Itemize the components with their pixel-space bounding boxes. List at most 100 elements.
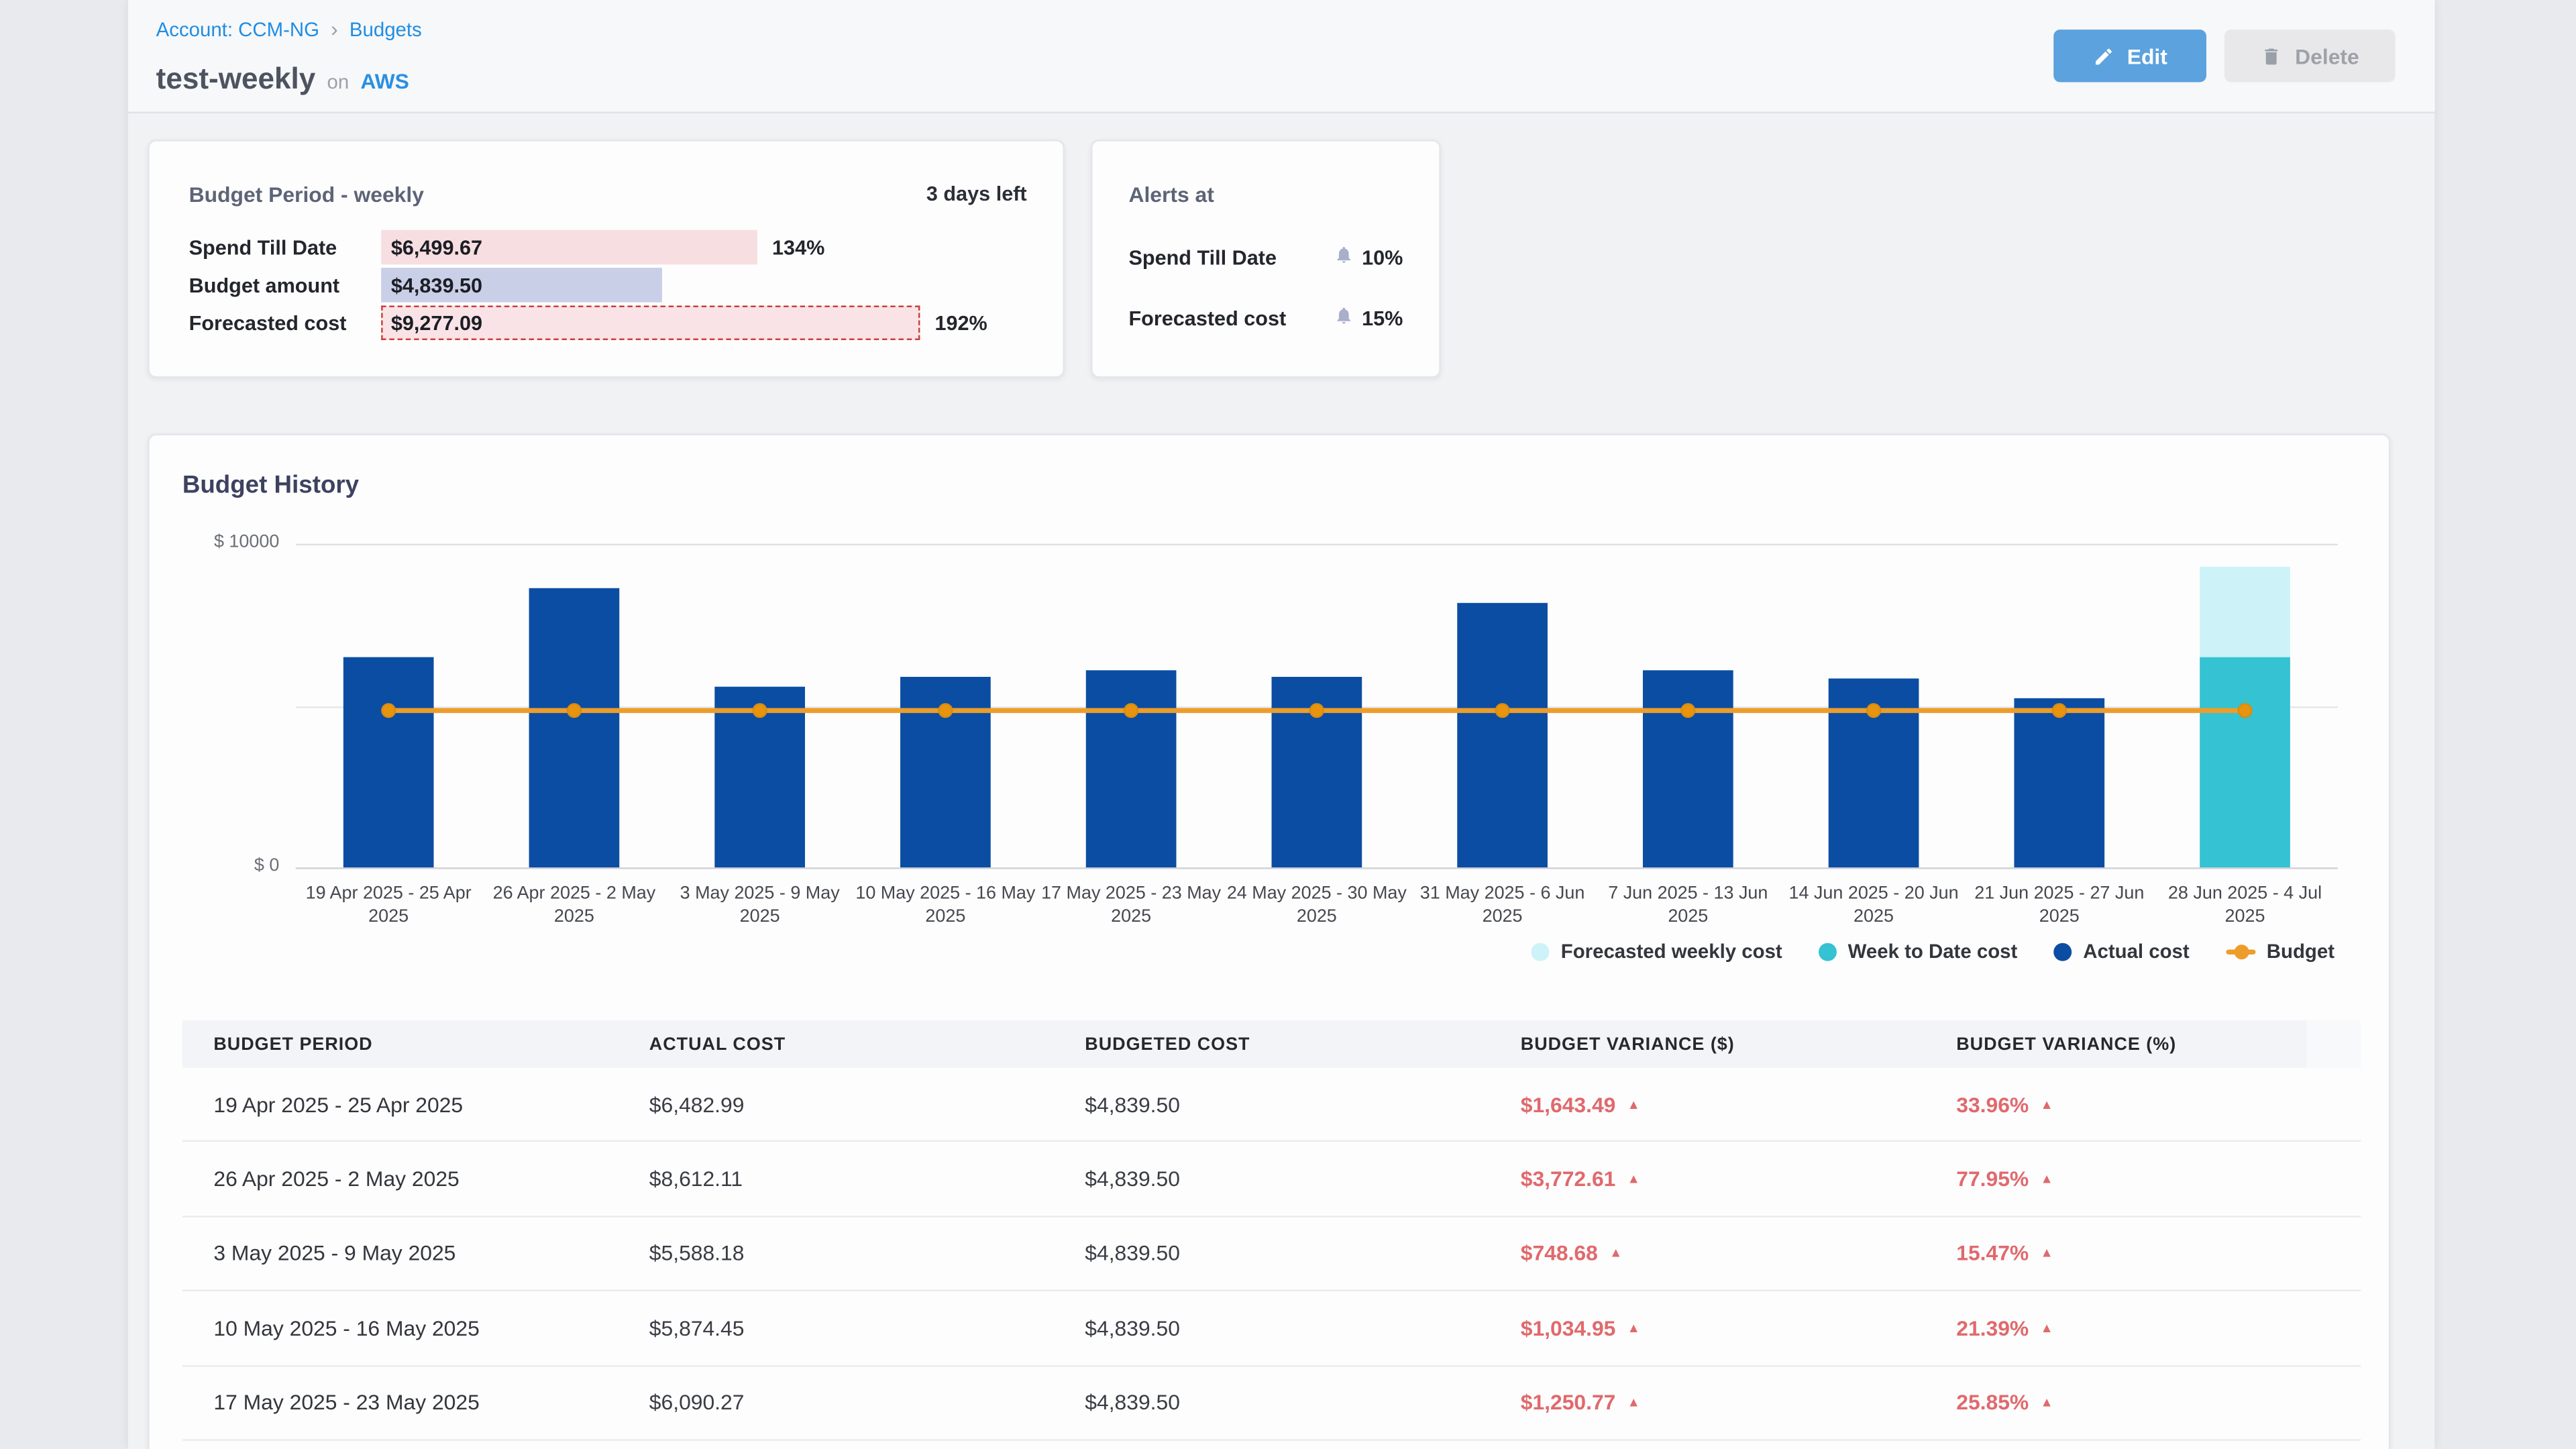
alert-row: Forecasted cost15% — [1128, 304, 1403, 333]
actual-cost-bar[interactable] — [1643, 670, 1733, 867]
alert-threshold-group: 10% — [1334, 243, 1403, 272]
content-column: Account: CCM-NG › Budgets test-weekly on… — [128, 0, 2434, 1449]
week-to-date-cost-bar[interactable] — [2200, 657, 2290, 867]
budget-period-card-title: Budget Period - weekly — [189, 182, 424, 207]
table-body: 19 Apr 2025 - 25 Apr 2025$6,482.99$4,839… — [182, 1068, 2361, 1441]
actual-cost-bar[interactable] — [1086, 670, 1177, 867]
delete-button[interactable]: Delete — [2224, 30, 2396, 82]
table-row: 17 May 2025 - 23 May 2025$6,090.27$4,839… — [182, 1366, 2361, 1440]
cell-variance-pct: 21.39% ▲ — [1925, 1316, 2361, 1340]
cell-actual-cost: $5,588.18 — [618, 1241, 1053, 1266]
table-row: 3 May 2025 - 9 May 2025$5,588.18$4,839.5… — [182, 1217, 2361, 1291]
legend-label: Forecasted weekly cost — [1561, 940, 1782, 963]
budget-period-rows: Spend Till Date$6,499.67134% Budget amoun… — [189, 230, 1046, 343]
x-axis-label: 24 May 2025 - 30 May 2025 — [1224, 882, 1409, 928]
variance-usd-value: $748.68 — [1521, 1241, 1598, 1266]
cell-actual-cost: $8,612.11 — [618, 1167, 1053, 1191]
cell-budget-period: 10 May 2025 - 16 May 2025 — [182, 1316, 618, 1340]
variance-usd-value: $1,643.49 — [1521, 1092, 1616, 1117]
variance-pct-value: 25.85% — [1956, 1390, 2029, 1415]
variance-up-icon: ▲ — [1627, 1097, 1640, 1112]
title-row: test-weekly on AWS — [156, 62, 409, 97]
variance-up-icon: ▲ — [2040, 1321, 2053, 1336]
cell-budget-period: 17 May 2025 - 23 May 2025 — [182, 1390, 618, 1415]
breadcrumb-account-link[interactable]: Account: CCM-NG — [156, 17, 319, 40]
cell-budgeted-cost: $4,839.50 — [1054, 1390, 1489, 1415]
variance-pct-value: 21.39% — [1956, 1316, 2029, 1340]
cell-variance-usd: $1,034.95▲ — [1489, 1316, 1925, 1340]
x-axis-label: 14 Jun 2025 - 20 Jun 2025 — [1781, 882, 1967, 928]
variance-up-icon: ▲ — [2040, 1246, 2053, 1260]
cell-variance-usd: $1,643.49 ▲ — [1489, 1092, 1925, 1117]
cell-budgeted-cost: $4,839.50 — [1054, 1167, 1489, 1191]
legend-item-actual-cost[interactable]: Actual cost — [2053, 940, 2190, 963]
cell-budgeted-cost: $4,839.50 — [1054, 1316, 1489, 1340]
edit-button[interactable]: Edit — [2053, 30, 2206, 82]
legend-circle-marker — [1819, 942, 1837, 960]
col-budget-variance-usd: BUDGET VARIANCE ($) — [1489, 1034, 1925, 1054]
actual-cost-bar[interactable] — [529, 589, 620, 867]
breadcrumb-separator-icon: › — [331, 16, 338, 41]
edit-button-label: Edit — [2127, 44, 2167, 68]
cell-variance-pct: 15.47% ▲ — [1925, 1241, 2361, 1266]
alert-row-label: Spend Till Date — [1128, 246, 1277, 269]
legend-label: Actual cost — [2083, 940, 2189, 963]
table-row: 10 May 2025 - 16 May 2025$5,874.45$4,839… — [182, 1291, 2361, 1366]
col-budget-variance-pct: BUDGET VARIANCE (%) — [1925, 1034, 2361, 1054]
cell-variance-usd: $3,772.61▲ — [1489, 1167, 1925, 1191]
x-axis-label: 17 May 2025 - 23 May 2025 — [1038, 882, 1224, 928]
x-axis-label: 28 Jun 2025 - 4 Jul 2025 — [2152, 882, 2338, 928]
alerts-card: Alerts at Spend Till Date10%Forecasted c… — [1091, 140, 1441, 378]
bell-icon — [1334, 304, 1353, 333]
table-row: 26 Apr 2025 - 2 May 2025$8,612.11$4,839.… — [182, 1142, 2361, 1217]
on-label: on — [327, 70, 349, 93]
legend-circle-marker — [1532, 942, 1550, 960]
table-scrollbar-gutter[interactable] — [2306, 1020, 2361, 1068]
cell-variance-usd: $1,250.77 ▲ — [1489, 1390, 1925, 1415]
cell-budget-period: 26 Apr 2025 - 2 May 2025 — [182, 1167, 618, 1191]
legend-label: Week to Date cost — [1848, 940, 2018, 963]
chart-legend: Forecasted weekly cost Week to Date cost A… — [1532, 940, 2334, 963]
budget-history-table: BUDGET PERIOD ACTUAL COST BUDGETED COST … — [182, 1020, 2361, 1441]
page-header: Account: CCM-NG › Budgets test-weekly on… — [128, 0, 2434, 113]
legend-line-marker — [2226, 949, 2255, 953]
legend-item-week-to-date-cost[interactable]: Week to Date cost — [1819, 940, 2018, 963]
variance-usd-value: $1,250.77 — [1521, 1390, 1616, 1415]
budget-period-bar: $9,277.09 — [381, 306, 920, 340]
actual-cost-bar[interactable] — [1457, 604, 1548, 867]
delete-button-label: Delete — [2295, 44, 2359, 68]
variance-up-icon: ▲ — [1627, 1395, 1640, 1410]
col-budget-period: BUDGET PERIOD — [182, 1034, 618, 1054]
actual-cost-bar[interactable] — [343, 657, 434, 867]
x-axis-label: 21 Jun 2025 - 27 Jun 2025 — [1966, 882, 2152, 928]
col-budgeted-cost: BUDGETED COST — [1054, 1034, 1489, 1054]
x-axis-label: 19 Apr 2025 - 25 Apr 2025 — [296, 882, 482, 928]
cell-budgeted-cost: $4,839.50 — [1054, 1092, 1489, 1117]
variance-pct-value: 15.47% — [1956, 1241, 2029, 1266]
budget-detail-page: Account: CCM-NG › Budgets test-weekly on… — [0, 0, 2576, 1449]
budget-period-percent: 192% — [934, 311, 987, 334]
variance-usd-value: $1,034.95 — [1521, 1316, 1616, 1340]
actual-cost-bar[interactable] — [2014, 699, 2104, 867]
legend-item-budget[interactable]: Budget — [2226, 940, 2334, 963]
breadcrumb-budgets-link[interactable]: Budgets — [350, 17, 422, 40]
budget-history-card: Budget History $ 10000$ 019 Apr 2025 - 2… — [148, 434, 2390, 1449]
budget-period-card: Budget Period - weekly 3 days left Spend… — [148, 140, 1065, 378]
cell-variance-pct: 33.96%▲ — [1925, 1092, 2361, 1117]
header-actions: Edit Delete — [2053, 30, 2395, 82]
budget-period-bar: $4,839.50 — [381, 268, 662, 302]
budget-period-row: Budget amount$4,839.50 — [189, 268, 1046, 302]
variance-usd-value: $3,772.61 — [1521, 1167, 1616, 1191]
cloud-provider-label: AWS — [360, 69, 409, 94]
budget-period-row: Spend Till Date$6,499.67134% — [189, 230, 1046, 264]
x-axis-label: 26 Apr 2025 - 2 May 2025 — [482, 882, 667, 928]
page-title: test-weekly — [156, 62, 316, 97]
alert-row: Spend Till Date 10% — [1128, 243, 1403, 272]
legend-circle-marker — [2053, 942, 2072, 960]
cell-actual-cost: $6,090.27 — [618, 1390, 1053, 1415]
variance-pct-value: 33.96% — [1956, 1092, 2029, 1117]
y-axis-tick-zero: $ 0 — [164, 856, 279, 875]
forecasted-weekly-cost-bar[interactable] — [2200, 567, 2290, 657]
legend-item-forecasted-weekly-cost[interactable]: Forecasted weekly cost — [1532, 940, 1782, 963]
gridline-10000 — [296, 544, 2338, 545]
